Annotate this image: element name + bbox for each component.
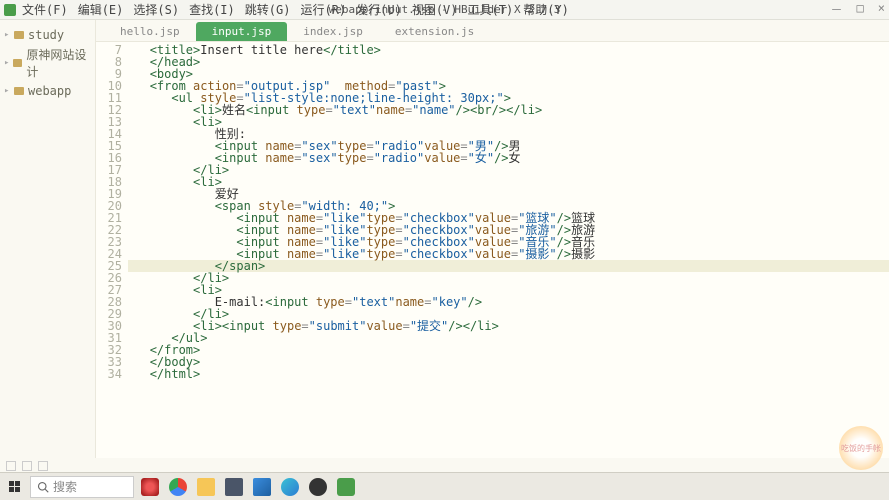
taskbar-chrome-icon[interactable]	[166, 476, 190, 498]
maximize-icon[interactable]: □	[857, 1, 864, 18]
title-bar: 文件(F) 编辑(E) 选择(S) 查找(I) 跳转(G) 运行(R) 发行(U…	[0, 0, 889, 20]
watermark: 吃饭的手帐	[839, 426, 883, 470]
taskbar-edge-icon[interactable]	[278, 476, 302, 498]
menu-goto[interactable]: 跳转(G)	[245, 1, 291, 18]
taskbar-app-icon[interactable]	[222, 476, 246, 498]
close-icon[interactable]: ×	[878, 1, 885, 18]
sidebar-item-genshin[interactable]: ▸原神网站设计	[0, 44, 95, 82]
line-gutter: 7891011121314151617181920212223242526272…	[96, 42, 128, 458]
code-editor[interactable]: 7891011121314151617181920212223242526272…	[96, 42, 889, 458]
windows-taskbar: 搜索	[0, 472, 889, 500]
sidebar-item-study[interactable]: ▸study	[0, 26, 95, 44]
start-button[interactable]	[2, 475, 26, 499]
app-icon	[4, 4, 16, 16]
taskbar-hbuilder-icon[interactable]	[334, 476, 358, 498]
folder-icon	[14, 87, 24, 95]
panel-icon[interactable]	[22, 461, 32, 471]
tab-extension[interactable]: extension.js	[379, 22, 490, 41]
menu-select[interactable]: 选择(S)	[133, 1, 179, 18]
menu-find[interactable]: 查找(I)	[189, 1, 235, 18]
taskbar-folder-icon[interactable]	[194, 476, 218, 498]
panel-icon[interactable]	[6, 461, 16, 471]
tab-input[interactable]: input.jsp	[196, 22, 288, 41]
search-placeholder: 搜索	[53, 478, 77, 495]
minimize-icon[interactable]: －	[831, 1, 843, 18]
project-sidebar: ▸study ▸原神网站设计 ▸webapp	[0, 20, 96, 458]
menu-file[interactable]: 文件(F)	[22, 1, 68, 18]
taskbar-search[interactable]: 搜索	[30, 476, 134, 498]
panel-icon[interactable]	[38, 461, 48, 471]
menu-edit[interactable]: 编辑(E)	[78, 1, 124, 18]
folder-icon	[14, 31, 24, 39]
code-content[interactable]: <title>Insert title here</title> </head>…	[128, 42, 889, 458]
taskbar-mail-icon[interactable]	[250, 476, 274, 498]
search-icon	[37, 481, 49, 493]
tab-index[interactable]: index.jsp	[287, 22, 379, 41]
window-title: webapp/input.jsp - HBuilder X 3.7.3	[329, 3, 561, 16]
editor-tabs: hello.jsp input.jsp index.jsp extension.…	[96, 20, 889, 42]
sidebar-item-webapp[interactable]: ▸webapp	[0, 82, 95, 100]
tab-hello[interactable]: hello.jsp	[104, 22, 196, 41]
taskbar-obs-icon[interactable]	[306, 476, 330, 498]
folder-icon	[13, 59, 22, 67]
taskbar-app-icon[interactable]	[138, 476, 162, 498]
